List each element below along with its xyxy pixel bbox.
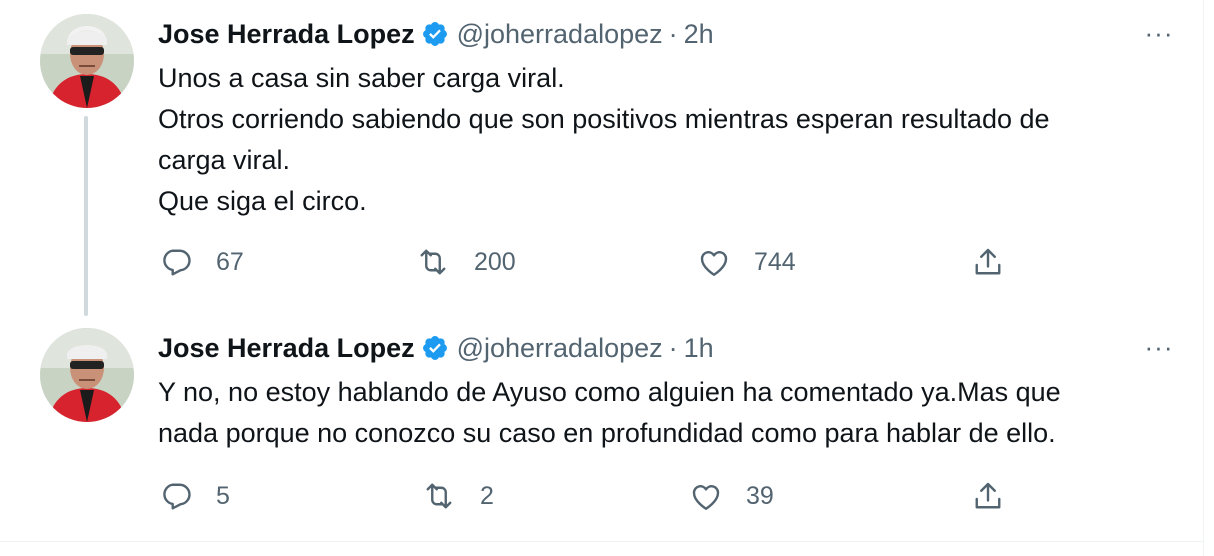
separator-dot: · [668, 19, 678, 49]
tweet-text-line: nada porque no conozco su caso en profun… [158, 418, 1056, 448]
separator-dot: · [668, 333, 678, 363]
reply-icon [158, 478, 194, 514]
avatar[interactable] [40, 14, 134, 108]
retweet-button[interactable]: 200 [414, 242, 516, 282]
share-button[interactable] [970, 476, 1006, 516]
tweet-timestamp[interactable]: 2h [684, 14, 714, 54]
share-button[interactable] [970, 242, 1006, 282]
more-options-icon[interactable]: ··· [1139, 332, 1179, 362]
author-name[interactable]: Jose Herrada Lopez [158, 328, 415, 368]
like-button[interactable]: 39 [688, 476, 774, 516]
tweet-header: Jose Herrada Lopez @joherradalopez · 2h [158, 14, 1179, 54]
divider [0, 541, 1203, 542]
share-icon [970, 478, 1006, 514]
avatar[interactable] [40, 328, 134, 422]
reply-button[interactable]: 5 [158, 476, 230, 516]
retweet-count: 200 [474, 247, 516, 276]
retweet-icon [414, 244, 452, 280]
tweet-thread: Jose Herrada Lopez @joherradalopez · 2h … [0, 0, 1204, 556]
retweet-icon [420, 478, 458, 514]
share-icon [970, 244, 1006, 280]
verified-badge-icon [421, 20, 449, 48]
tweet-text: Y no, no estoy hablando de Ayuso como al… [158, 372, 1179, 454]
retweet-button[interactable]: 2 [420, 476, 494, 516]
tweet-actions: 67 200 744 [158, 242, 1008, 282]
tweet-text-line: Unos a casa sin saber carga viral. [158, 63, 565, 93]
author-name[interactable]: Jose Herrada Lopez [158, 14, 415, 54]
tweet-header: Jose Herrada Lopez @joherradalopez · 1h [158, 328, 1179, 368]
reply-icon [158, 244, 194, 280]
verified-badge-icon [421, 334, 449, 362]
tweet-text: Unos a casa sin saber carga viral. Otros… [158, 58, 1179, 222]
reply-count: 67 [216, 247, 244, 276]
like-count: 39 [746, 481, 774, 510]
heart-icon [688, 478, 724, 514]
heart-icon [696, 244, 732, 280]
like-button[interactable]: 744 [696, 242, 796, 282]
tweet-text-line: Que siga el circo. [158, 186, 367, 216]
tweet-text-line: Y no, no estoy hablando de Ayuso como al… [158, 377, 1061, 407]
tweet-actions: 5 2 39 [158, 476, 1008, 516]
retweet-count: 2 [480, 481, 494, 510]
like-count: 744 [754, 247, 796, 276]
reply-button[interactable]: 67 [158, 242, 244, 282]
tweet[interactable]: Jose Herrada Lopez @joherradalopez · 2h … [0, 0, 1203, 318]
tweet-text-line: Otros corriendo sabiendo que son positiv… [158, 104, 1050, 134]
reply-count: 5 [216, 481, 230, 510]
author-handle[interactable]: @joherradalopez [457, 14, 663, 54]
author-handle[interactable]: @joherradalopez [457, 328, 663, 368]
tweet[interactable]: Jose Herrada Lopez @joherradalopez · 1h … [0, 318, 1203, 540]
tweet-timestamp[interactable]: 1h [684, 328, 714, 368]
tweet-text-line: carga viral. [158, 145, 291, 175]
more-options-icon[interactable]: ··· [1139, 18, 1179, 48]
